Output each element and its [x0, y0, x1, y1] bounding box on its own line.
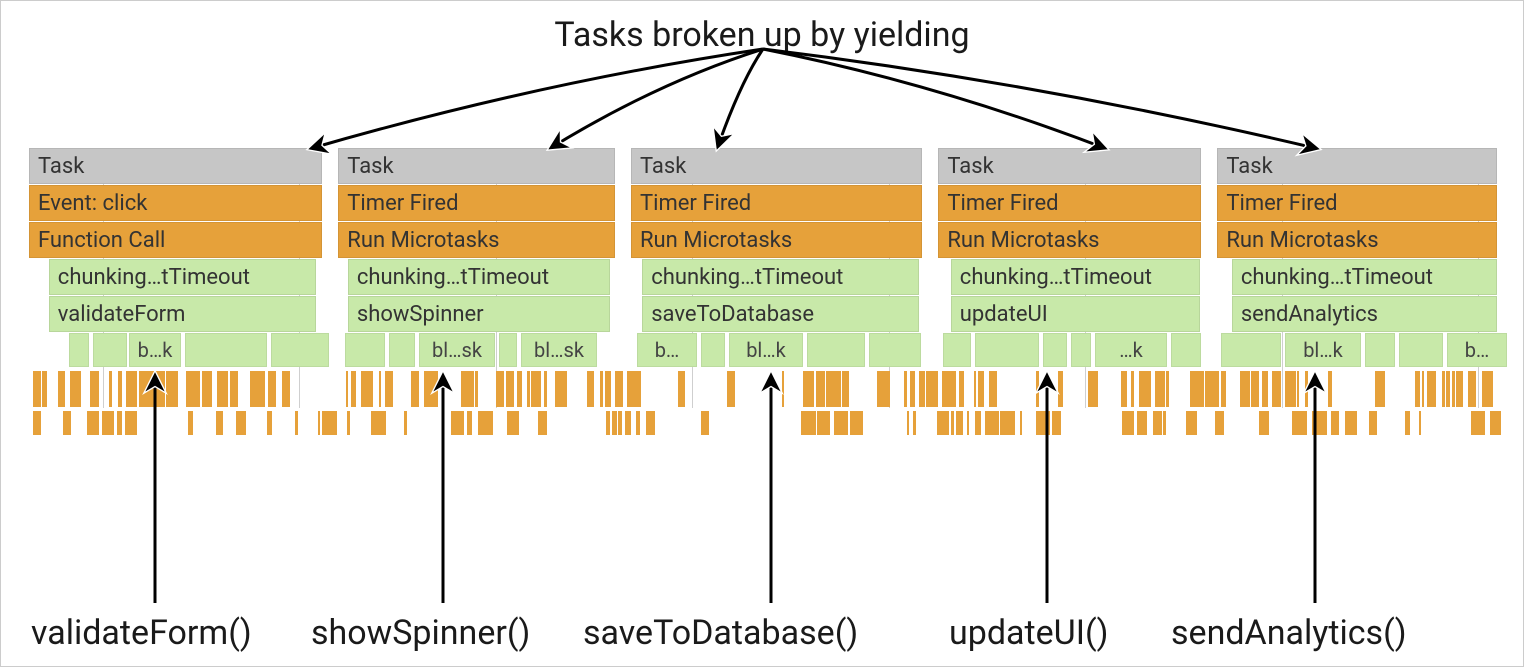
micro-chip: bl…k: [729, 333, 803, 367]
row-micro: b…kbl…skbl…skb…bl…k…kbl…kb…: [29, 333, 1497, 367]
row-task: Task Task Task Task Task: [29, 148, 1497, 184]
row-3-segment: Run Microtasks: [1217, 222, 1497, 258]
row-fn: validateForm showSpinner saveToDatabase upd…: [29, 296, 1497, 332]
activity-strips: [29, 371, 1497, 451]
diagram-title: Tasks broken up by yielding: [554, 15, 969, 55]
micro-chip: [1071, 333, 1091, 367]
micro-chip: [807, 333, 865, 367]
row-task-segment: Task: [29, 148, 322, 184]
row-4-segment: chunking…tTimeout: [348, 259, 610, 295]
row-call: Function Call Run Microtasks Run Microtask…: [29, 222, 1497, 258]
micro-chip: [185, 333, 267, 367]
micro-chip: [943, 333, 971, 367]
micro-chip: b…: [637, 333, 697, 367]
row-5-segment: showSpinner: [348, 296, 610, 332]
micro-chip: [869, 333, 921, 367]
row-5-segment: updateUI: [951, 296, 1200, 332]
row-3-segment: Run Microtasks: [938, 222, 1201, 258]
micro-chip: [1043, 333, 1067, 367]
row-task-segment: Task: [338, 148, 615, 184]
micro-chip: [1221, 333, 1281, 367]
row-5-segment: saveToDatabase: [642, 296, 919, 332]
micro-chip: [1171, 333, 1201, 367]
fn-label: sendAnalytics(): [1171, 613, 1407, 653]
row-2-segment: Timer Fired: [338, 185, 615, 221]
micro-chip: [69, 333, 89, 367]
row-2-segment: Timer Fired: [631, 185, 922, 221]
micro-chip: [271, 333, 329, 367]
fn-label: validateForm(): [31, 613, 252, 653]
row-4-segment: chunking…tTimeout: [49, 259, 316, 295]
fn-label: saveToDatabase(): [583, 613, 858, 653]
flame-chart: Task Task Task Task Task Event: click Timer F…: [29, 148, 1497, 451]
fn-label: updateUI(): [949, 613, 1108, 653]
micro-chip: [1365, 333, 1395, 367]
row-event: Event: click Timer Fired Timer Fired Timer …: [29, 185, 1497, 221]
row-2-segment: Timer Fired: [938, 185, 1201, 221]
micro-chip: [389, 333, 415, 367]
row-3-segment: Run Microtasks: [338, 222, 615, 258]
row-chunk: chunking…tTimeout chunking…tTimeout chunki…: [29, 259, 1497, 295]
micro-chip: b…k: [129, 333, 181, 367]
micro-chip: …k: [1095, 333, 1167, 367]
micro-chip: [93, 333, 127, 367]
row-2-segment: Timer Fired: [1217, 185, 1497, 221]
row-4-segment: chunking…tTimeout: [1232, 259, 1497, 295]
micro-chip: b…: [1447, 333, 1507, 367]
micro-chip: [1399, 333, 1443, 367]
row-4-segment: chunking…tTimeout: [642, 259, 919, 295]
row-2-segment: Event: click: [29, 185, 322, 221]
micro-chip: [975, 333, 1039, 367]
row-task-segment: Task: [1217, 148, 1497, 184]
micro-chip: bl…sk: [521, 333, 597, 367]
row-3-segment: Function Call: [29, 222, 322, 258]
micro-chip: [499, 333, 517, 367]
fn-label: showSpinner(): [311, 613, 530, 653]
row-3-segment: Run Microtasks: [631, 222, 922, 258]
row-task-segment: Task: [631, 148, 922, 184]
micro-chip: [701, 333, 725, 367]
micro-chip: bl…sk: [419, 333, 495, 367]
row-5-segment: validateForm: [49, 296, 316, 332]
micro-chip: [345, 333, 385, 367]
row-task-segment: Task: [938, 148, 1201, 184]
row-5-segment: sendAnalytics: [1232, 296, 1497, 332]
micro-chip: bl…k: [1285, 333, 1361, 367]
row-4-segment: chunking…tTimeout: [951, 259, 1200, 295]
